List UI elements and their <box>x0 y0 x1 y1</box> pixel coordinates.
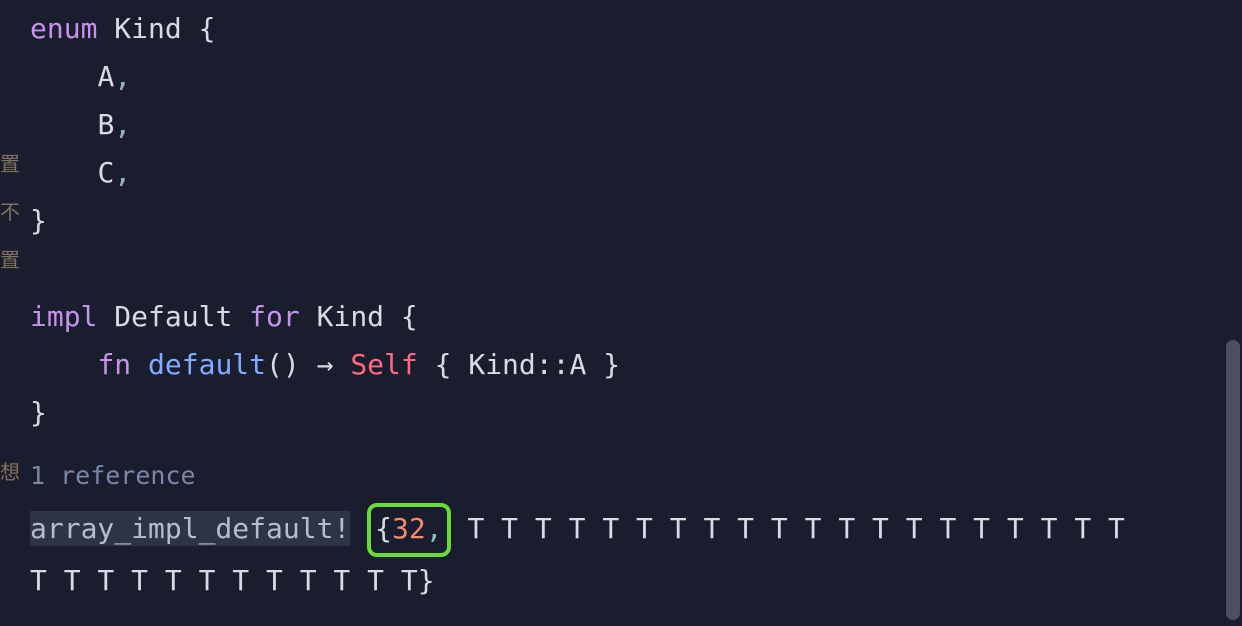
brace-close: } <box>418 564 435 597</box>
code-line-blank[interactable] <box>30 245 1242 293</box>
keyword-fn: fn <box>97 348 131 381</box>
type-name: Kind <box>468 348 535 381</box>
code-line[interactable]: A, <box>30 53 1242 101</box>
generic-params: T T T T T T T T T T T T <box>30 564 418 597</box>
arrow: → <box>317 348 334 381</box>
enum-variant: B <box>97 108 114 141</box>
code-editor[interactable]: enum Kind { A, B, C, } impl Default for … <box>0 0 1242 605</box>
enum-variant: A <box>97 60 114 93</box>
comma: , <box>114 60 131 93</box>
codelens-references[interactable]: 1 reference <box>30 459 1242 493</box>
number-literal: 32 <box>392 512 426 545</box>
type-name: Kind <box>114 12 181 45</box>
brace-close: } <box>30 204 47 237</box>
code-line[interactable]: fn default() → Self { Kind::A } <box>30 341 1242 389</box>
brace-open: { <box>435 348 452 381</box>
code-line[interactable]: T T T T T T T T T T T T} <box>30 557 1242 605</box>
keyword-self: Self <box>350 348 417 381</box>
enum-variant: A <box>570 348 587 381</box>
brace-open: { <box>401 300 418 333</box>
type-name: Kind <box>317 300 384 333</box>
brace-close: } <box>30 396 47 429</box>
keyword-impl: impl <box>30 300 97 333</box>
brace-open: { <box>375 512 392 545</box>
highlight-box: {32, <box>367 503 450 557</box>
trait-name: Default <box>114 300 232 333</box>
vertical-scrollbar[interactable] <box>1226 340 1240 620</box>
parens: () <box>266 348 300 381</box>
comma: , <box>114 156 131 189</box>
code-line[interactable]: impl Default for Kind { <box>30 293 1242 341</box>
generic-params: T T T T T T T T T T T T T T T T T T T T <box>467 512 1124 545</box>
macro-name: array_impl_default! <box>30 511 350 546</box>
fn-name: default <box>148 348 266 381</box>
code-line[interactable]: B, <box>30 101 1242 149</box>
code-line[interactable]: } <box>30 197 1242 245</box>
keyword-enum: enum <box>30 12 97 45</box>
code-line[interactable]: C, <box>30 149 1242 197</box>
keyword-for: for <box>249 300 300 333</box>
path-sep: :: <box>536 348 570 381</box>
code-line[interactable]: enum Kind { <box>30 5 1242 53</box>
code-line[interactable]: array_impl_default! {32, T T T T T T T T… <box>30 503 1242 557</box>
code-line[interactable]: } <box>30 389 1242 437</box>
brace-close: } <box>603 348 620 381</box>
brace-open: { <box>199 12 216 45</box>
comma: , <box>426 512 443 545</box>
comma: , <box>114 108 131 141</box>
enum-variant: C <box>97 156 114 189</box>
